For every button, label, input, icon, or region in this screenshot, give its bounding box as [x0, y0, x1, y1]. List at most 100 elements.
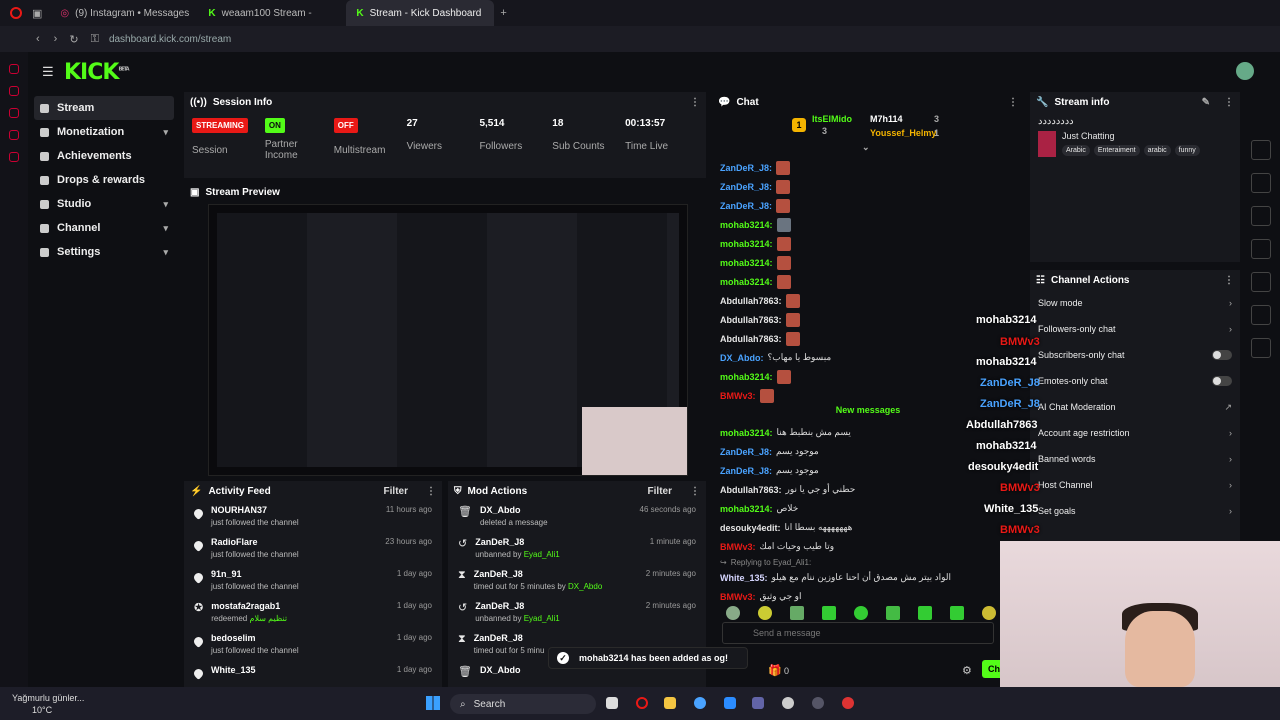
emote	[785, 312, 800, 327]
tab-weaam-stream[interactable]: Kweaam100 Stream -	[198, 0, 346, 26]
store-icon[interactable]	[724, 697, 736, 709]
tool-button[interactable]	[1251, 239, 1271, 259]
sidebar-app-icon[interactable]	[9, 152, 19, 162]
more-icon[interactable]: ⋮	[426, 486, 436, 497]
emote[interactable]	[982, 606, 996, 620]
tab-kick-dashboard[interactable]: K Stream - Kick Dashboard	[346, 0, 495, 26]
taskbar-search[interactable]: ⌕ Search	[450, 694, 596, 714]
heart-icon	[192, 507, 205, 520]
teams-icon[interactable]	[752, 697, 764, 709]
ai-moderation-row[interactable]: AI Chat Moderation ↗	[1030, 394, 1240, 420]
followers-only-row[interactable]: Followers-only chat ›	[1030, 316, 1240, 342]
music-icon[interactable]	[782, 697, 794, 709]
instagram-icon: ◎	[60, 7, 70, 19]
gear-icon[interactable]: ⚙	[962, 664, 972, 677]
host-channel-row[interactable]: Host Channel ›	[1030, 472, 1240, 498]
folder-icon[interactable]	[664, 697, 676, 709]
edit-icon[interactable]: ✎	[1202, 97, 1210, 108]
filter-button[interactable]: Filter	[384, 486, 408, 497]
sidebar-app-icon[interactable]	[9, 108, 19, 118]
category-name[interactable]: Just Chatting	[1062, 131, 1200, 141]
browser-tabbar: ▣ ◎ (9) Instagram • Messages Kweaam100 St…	[0, 0, 1280, 26]
chevron-down-icon[interactable]: ⌄	[862, 142, 870, 153]
emote[interactable]	[726, 606, 740, 620]
tool-button[interactable]	[1251, 173, 1271, 193]
tool-button[interactable]	[1251, 272, 1271, 292]
reload-icon[interactable]: ↻	[69, 33, 78, 46]
new-tab-button[interactable]: +	[500, 7, 506, 19]
stream-preview-video[interactable]	[208, 204, 688, 476]
tool-button[interactable]	[1251, 305, 1271, 325]
weather-widget[interactable]: Yağmurlu günler... 10°C	[12, 692, 84, 716]
back-icon[interactable]: ‹	[36, 33, 40, 45]
emotes-only-toggle[interactable]	[1212, 376, 1232, 386]
set-goals-row[interactable]: Set goals ›	[1030, 498, 1240, 524]
gift-icon[interactable]: 🎁	[768, 664, 782, 677]
filter-button[interactable]: Filter	[648, 486, 672, 497]
tab-list-icon[interactable]: ▣	[32, 7, 42, 20]
external-link-icon: ↗	[1224, 401, 1232, 412]
status-badge: STREAMING	[192, 118, 248, 133]
sidebar-app-icon[interactable]	[9, 64, 19, 74]
emote[interactable]	[918, 606, 932, 620]
tool-button[interactable]	[1251, 206, 1271, 226]
tag: Arabic	[1062, 145, 1090, 156]
stat-time-live: 00:13:57 Time Live	[625, 118, 669, 152]
chat-message: BMWv3:	[712, 386, 1024, 405]
tab-instagram[interactable]: ◎ (9) Instagram • Messages	[50, 0, 198, 26]
undo-icon: ↺	[458, 602, 468, 614]
chat-panel: 💬 Chat ⋮ 1 ItsElMido 3 M7h114 3 Youssef_He…	[712, 92, 1024, 687]
chevron-down-icon: ▾	[163, 246, 168, 257]
taskbar: Yağmurlu günler... 10°C ⌕ Search	[0, 687, 1280, 720]
webcam-person	[1125, 611, 1195, 687]
task-view-icon[interactable]	[606, 697, 618, 709]
sidebar-item-studio[interactable]: Studio ▾	[34, 192, 174, 216]
chat-message: mohab3214:	[712, 367, 1024, 386]
kick-logo[interactable]: KICKBETA	[64, 60, 130, 85]
emote[interactable]	[790, 606, 804, 620]
opera-icon[interactable]	[636, 697, 648, 709]
emote[interactable]	[886, 606, 900, 620]
url-text[interactable]: dashboard.kick.com/stream	[109, 34, 231, 45]
subscribers-only-toggle[interactable]	[1212, 350, 1232, 360]
emote[interactable]	[822, 606, 836, 620]
app-icon[interactable]	[842, 697, 854, 709]
emote	[785, 331, 800, 346]
windows-start-icon[interactable]	[426, 696, 440, 710]
more-icon[interactable]: ⋮	[690, 486, 700, 497]
emote[interactable]	[950, 606, 964, 620]
more-icon[interactable]: ⋮	[1224, 275, 1234, 286]
emote	[776, 160, 791, 175]
emote[interactable]	[854, 606, 868, 620]
more-icon[interactable]: ⋮	[690, 97, 700, 108]
sidebar-item-channel[interactable]: Channel ▾	[34, 216, 174, 240]
panel-title: Stream Preview	[205, 186, 280, 198]
slow-mode-row[interactable]: Slow mode ›	[1030, 290, 1240, 316]
sidebar-app-icon[interactable]	[9, 86, 19, 96]
sidebar-item-settings[interactable]: Settings ▾	[34, 240, 174, 264]
channel-actions-panel: ☷ Channel Actions ⋮ Slow mode › Followers-o…	[1030, 270, 1240, 550]
menu-icon[interactable]: ☰	[42, 64, 54, 80]
sidebar-item-stream[interactable]: Stream	[34, 96, 174, 120]
obs-icon[interactable]	[812, 697, 824, 709]
sidebar-item-achievements[interactable]: Achievements	[34, 144, 174, 168]
sidebar-item-drops[interactable]: Drops & rewards	[34, 168, 174, 192]
account-age-row[interactable]: Account age restriction ›	[1030, 420, 1240, 446]
more-icon[interactable]: ⋮	[1008, 97, 1018, 108]
tool-button[interactable]	[1251, 338, 1271, 358]
tool-button[interactable]	[1251, 140, 1271, 160]
browser-logo-icon[interactable]	[10, 7, 22, 19]
sidebar-item-monetization[interactable]: Monetization ▾	[34, 120, 174, 144]
emote[interactable]	[758, 606, 772, 620]
emotes-only-row: Emotes-only chat	[1030, 368, 1240, 394]
chrome-icon[interactable]	[694, 697, 706, 709]
sidebar-app-icon[interactable]	[9, 130, 19, 140]
stream-title: دددددددد	[1038, 116, 1074, 127]
panel-title: Stream info	[1054, 96, 1110, 108]
avatar[interactable]	[1236, 62, 1254, 80]
stat-viewers: 27 Viewers	[406, 118, 442, 152]
chat-input[interactable]: Send a message	[722, 622, 994, 644]
banned-words-row[interactable]: Banned words ›	[1030, 446, 1240, 472]
more-icon[interactable]: ⋮	[1224, 97, 1234, 108]
forward-icon[interactable]: ›	[54, 33, 58, 45]
